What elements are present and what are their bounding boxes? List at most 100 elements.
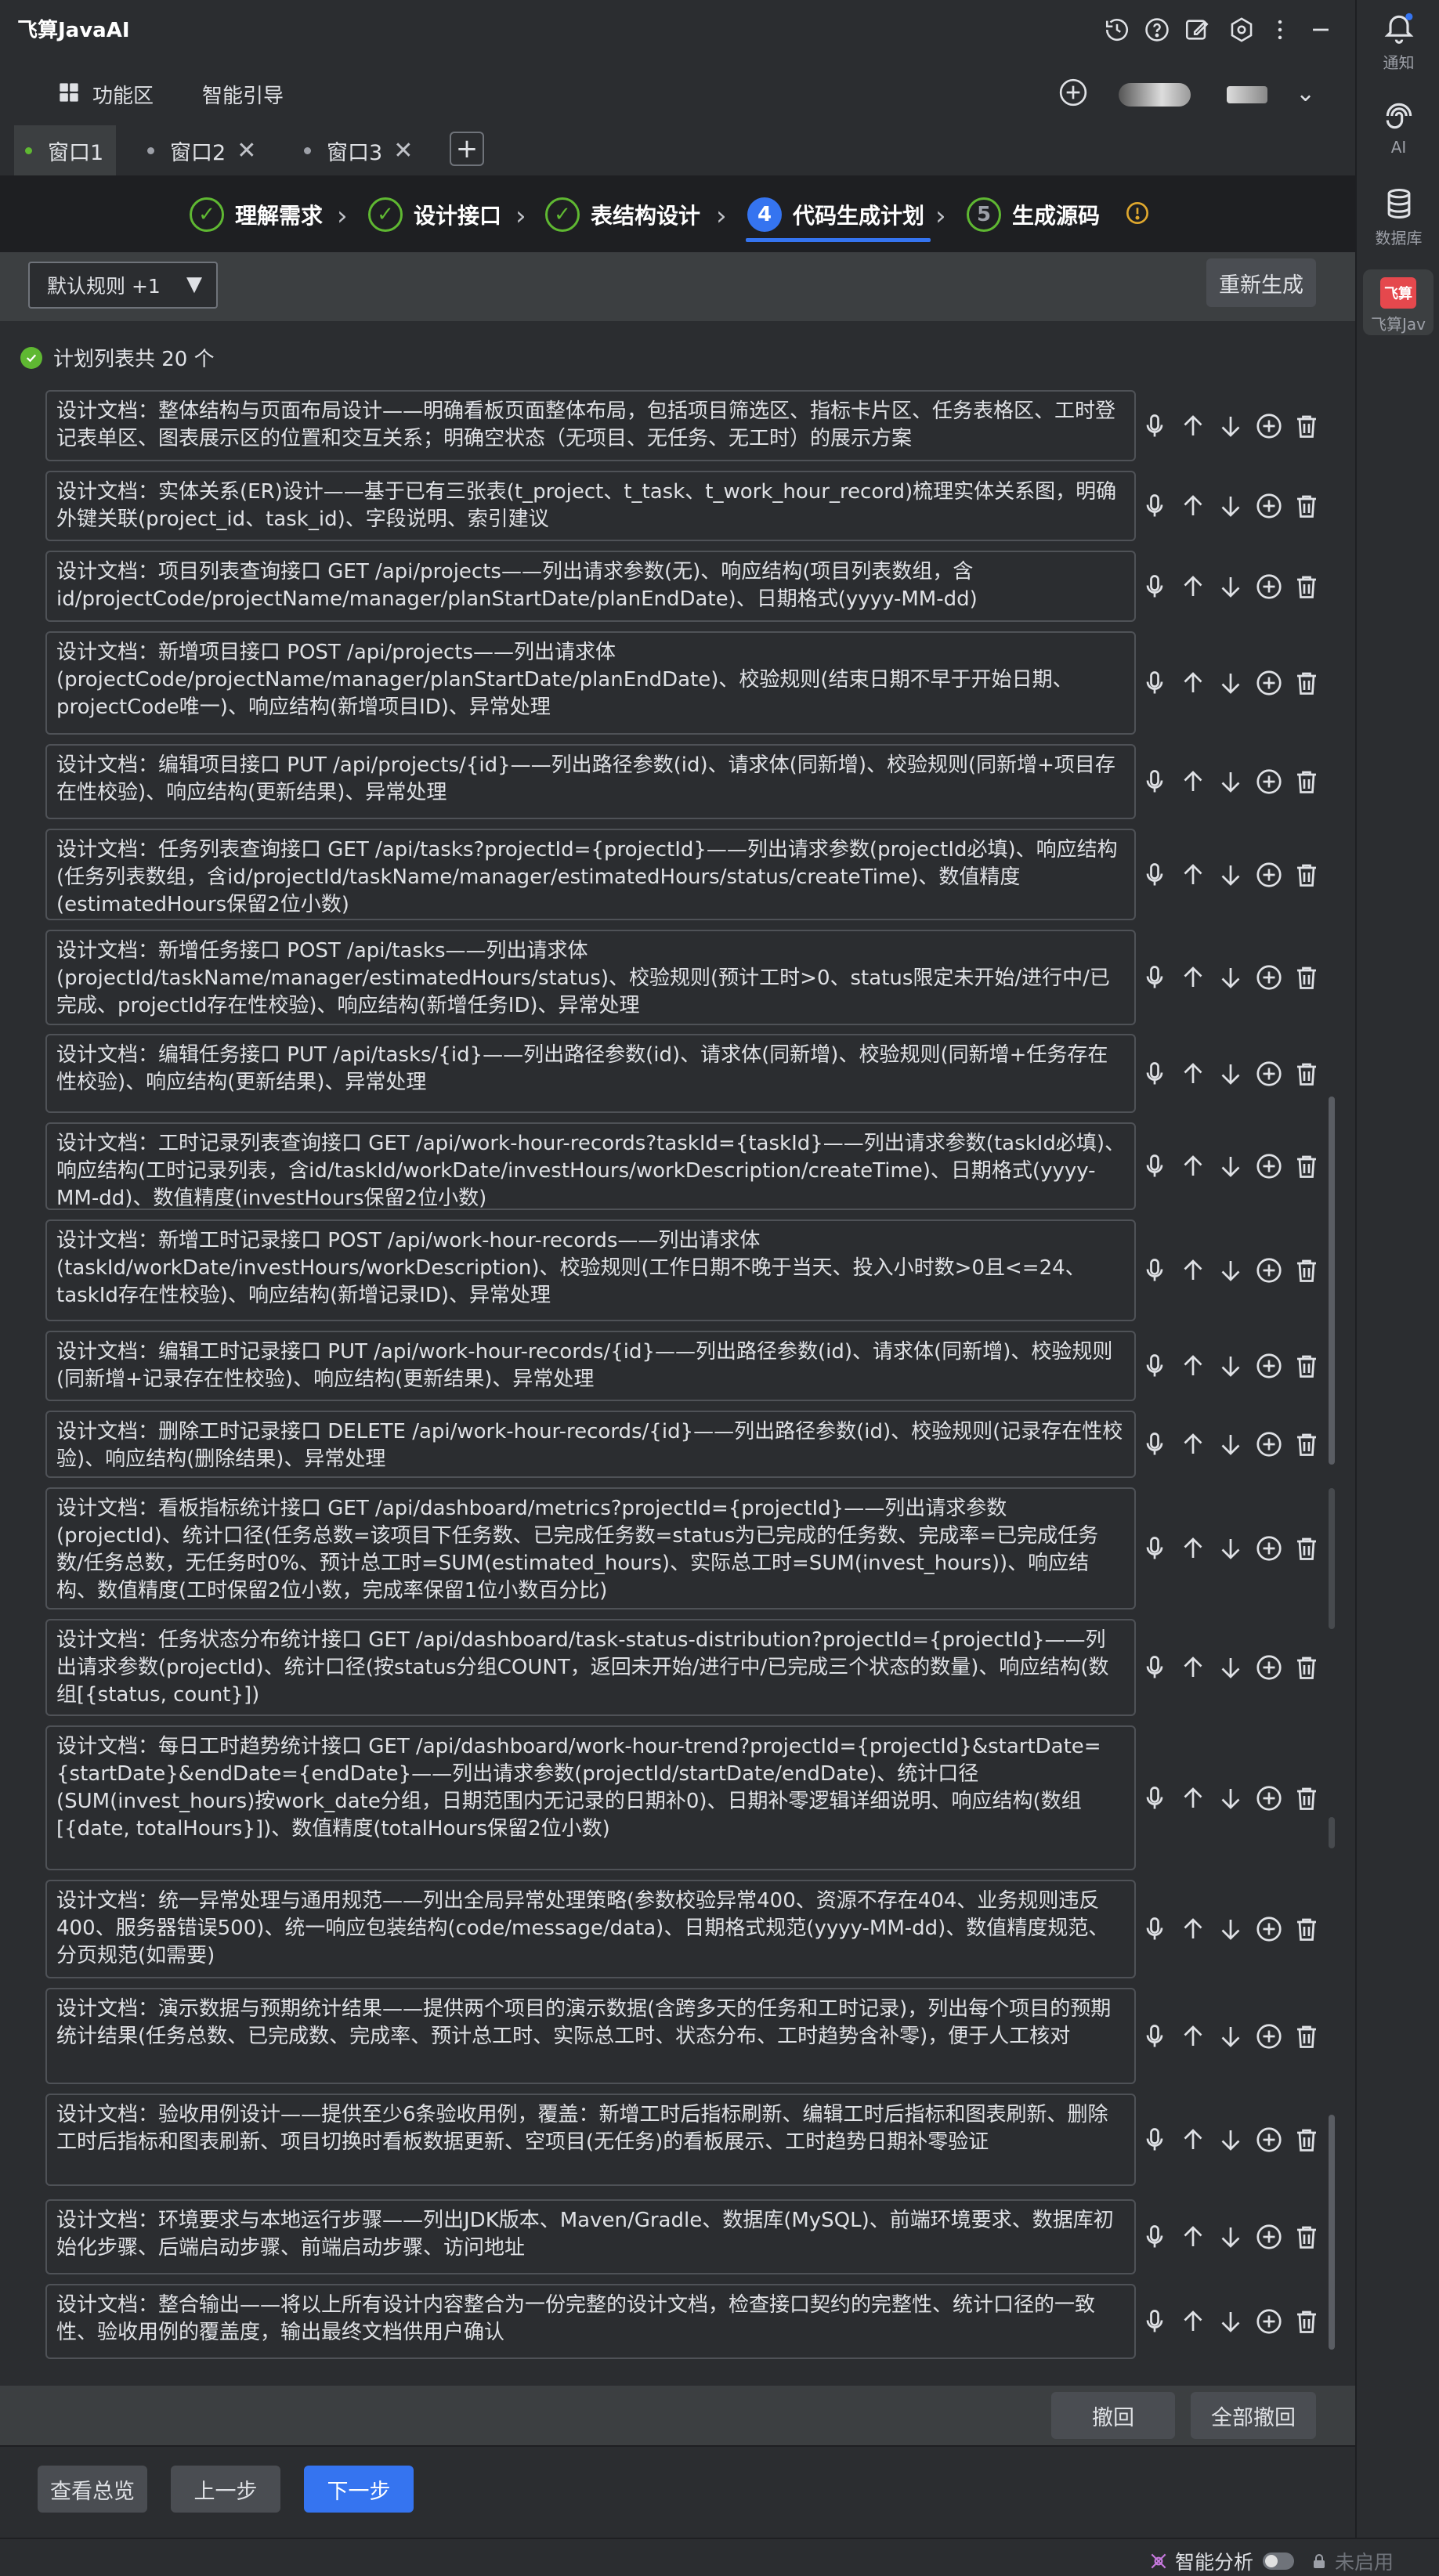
add-circle-icon[interactable] xyxy=(1255,412,1283,440)
sidebar-item-notifications[interactable]: 通知 xyxy=(1357,11,1439,73)
undo-button[interactable]: 撤回 xyxy=(1051,2392,1175,2439)
trash-icon[interactable] xyxy=(1293,1915,1321,1943)
arrow-down-icon[interactable] xyxy=(1217,1784,1245,1812)
add-circle-icon[interactable] xyxy=(1255,1430,1283,1458)
microphone-icon[interactable] xyxy=(1141,1352,1169,1380)
plan-item-text[interactable]: 设计文档：环境要求与本地运行步骤——列出JDK版本、Maven/Gradle、数… xyxy=(45,2199,1136,2274)
plan-item-text[interactable]: 设计文档：演示数据与预期统计结果——提供两个项目的演示数据(含跨多天的任务和工时… xyxy=(45,1988,1136,2084)
help-icon[interactable] xyxy=(1141,14,1173,45)
add-circle-icon[interactable] xyxy=(1255,963,1283,992)
close-icon[interactable]: ✕ xyxy=(237,137,256,164)
tab-window-1[interactable]: 窗口1 xyxy=(14,125,116,175)
step-generate-source[interactable]: 5 生成源码 xyxy=(967,191,1100,238)
add-circle-icon[interactable] xyxy=(1255,1352,1283,1380)
more-vertical-icon[interactable] xyxy=(1264,14,1296,45)
step-understand-requirements[interactable]: ✓ 理解需求 xyxy=(190,191,323,238)
plan-item-text[interactable]: 设计文档：每日工时趋势统计接口 GET /api/dashboard/work-… xyxy=(45,1725,1136,1870)
add-circle-icon[interactable] xyxy=(1255,1653,1283,1682)
step-table-design[interactable]: ✓ 表结构设计 xyxy=(545,191,700,238)
add-circle-icon[interactable] xyxy=(1255,492,1283,520)
view-overview-button[interactable]: 查看总览 xyxy=(38,2466,147,2513)
arrow-up-icon[interactable] xyxy=(1179,1915,1207,1943)
undo-all-button[interactable]: 全部撤回 xyxy=(1191,2392,1316,2439)
trash-icon[interactable] xyxy=(1293,2126,1321,2154)
plan-item-text[interactable]: 设计文档：删除工时记录接口 DELETE /api/work-hour-reco… xyxy=(45,1411,1136,1478)
arrow-up-icon[interactable] xyxy=(1179,768,1207,796)
arrow-down-icon[interactable] xyxy=(1217,2126,1245,2154)
arrow-down-icon[interactable] xyxy=(1217,1534,1245,1563)
arrow-down-icon[interactable] xyxy=(1217,2223,1245,2251)
plan-item-text[interactable]: 设计文档：整体结构与页面布局设计——明确看板页面整体布局，包括项目筛选区、指标卡… xyxy=(45,390,1136,461)
add-circle-icon[interactable] xyxy=(1255,861,1283,889)
trash-icon[interactable] xyxy=(1293,2223,1321,2251)
arrow-up-icon[interactable] xyxy=(1179,2223,1207,2251)
arrow-up-icon[interactable] xyxy=(1179,2022,1207,2050)
add-circle-icon[interactable] xyxy=(1255,1534,1283,1563)
plan-item-text[interactable]: 设计文档：整合输出——将以上所有设计内容整合为一份完整的设计文档，检查接口契约的… xyxy=(45,2284,1136,2359)
arrow-up-icon[interactable] xyxy=(1179,2126,1207,2154)
arrow-down-icon[interactable] xyxy=(1217,1430,1245,1458)
trash-icon[interactable] xyxy=(1293,1534,1321,1563)
toggle-switch[interactable] xyxy=(1263,2553,1295,2570)
plan-item-text[interactable]: 设计文档：新增项目接口 POST /api/projects——列出请求体(pr… xyxy=(45,631,1136,735)
add-circle-icon[interactable] xyxy=(1255,1915,1283,1943)
arrow-up-icon[interactable] xyxy=(1179,1653,1207,1682)
microphone-icon[interactable] xyxy=(1141,1915,1169,1943)
arrow-down-icon[interactable] xyxy=(1217,1653,1245,1682)
minimize-icon[interactable] xyxy=(1305,14,1336,45)
add-circle-icon[interactable] xyxy=(1255,2223,1283,2251)
plan-item-text[interactable]: 设计文档：项目列表查询接口 GET /api/projects——列出请求参数(… xyxy=(45,551,1136,622)
chevron-down-icon[interactable]: ⌄ xyxy=(1296,80,1315,107)
history-icon[interactable] xyxy=(1101,14,1133,45)
trash-icon[interactable] xyxy=(1293,1430,1321,1458)
plan-item-text[interactable]: 设计文档：统一异常处理与通用规范——列出全局异常处理策略(参数校验异常400、资… xyxy=(45,1880,1136,1978)
add-circle-icon[interactable] xyxy=(1255,1152,1283,1180)
plan-item-text[interactable]: 设计文档：编辑任务接口 PUT /api/tasks/{id}——列出路径参数(… xyxy=(45,1034,1136,1113)
microphone-icon[interactable] xyxy=(1141,1060,1169,1088)
arrow-up-icon[interactable] xyxy=(1179,412,1207,440)
add-circle-icon[interactable] xyxy=(1255,669,1283,697)
sidebar-item-feisuan[interactable]: 飞算 飞算Jav xyxy=(1363,269,1434,335)
arrow-up-icon[interactable] xyxy=(1179,2307,1207,2336)
trash-icon[interactable] xyxy=(1293,1152,1321,1180)
next-step-button[interactable]: 下一步 xyxy=(304,2466,414,2513)
trash-icon[interactable] xyxy=(1293,1784,1321,1812)
arrow-down-icon[interactable] xyxy=(1217,1915,1245,1943)
arrow-up-icon[interactable] xyxy=(1179,1784,1207,1812)
trash-icon[interactable] xyxy=(1293,1256,1321,1284)
rule-select[interactable]: 默认规则 +1 ▼ xyxy=(28,262,218,309)
microphone-icon[interactable] xyxy=(1141,861,1169,889)
plan-item-text[interactable]: 设计文档：任务状态分布统计接口 GET /api/dashboard/task-… xyxy=(45,1619,1136,1716)
add-tab-icon[interactable]: + xyxy=(450,132,484,166)
microphone-icon[interactable] xyxy=(1141,1653,1169,1682)
sidebar-item-ai[interactable]: AI xyxy=(1357,99,1439,157)
arrow-up-icon[interactable] xyxy=(1179,492,1207,520)
add-circle-icon[interactable] xyxy=(1255,2307,1283,2336)
tab-window-3[interactable]: 窗口3 ✕ xyxy=(304,125,413,175)
arrow-up-icon[interactable] xyxy=(1179,1060,1207,1088)
arrow-down-icon[interactable] xyxy=(1217,412,1245,440)
microphone-icon[interactable] xyxy=(1141,1784,1169,1812)
arrow-up-icon[interactable] xyxy=(1179,669,1207,697)
add-circle-icon[interactable] xyxy=(1058,77,1089,111)
plan-item-text[interactable]: 设计文档：看板指标统计接口 GET /api/dashboard/metrics… xyxy=(45,1487,1136,1610)
sidebar-item-database[interactable]: 数据库 xyxy=(1357,186,1439,248)
arrow-up-icon[interactable] xyxy=(1179,861,1207,889)
arrow-up-icon[interactable] xyxy=(1179,1256,1207,1284)
plan-item-text[interactable]: 设计文档：编辑工时记录接口 PUT /api/work-hour-records… xyxy=(45,1331,1136,1401)
menu-function-area[interactable]: 功能区 xyxy=(92,80,154,109)
trash-icon[interactable] xyxy=(1293,861,1321,889)
microphone-icon[interactable] xyxy=(1141,963,1169,992)
add-circle-icon[interactable] xyxy=(1255,2022,1283,2050)
microphone-icon[interactable] xyxy=(1141,573,1169,601)
settings-icon[interactable] xyxy=(1226,14,1257,45)
trash-icon[interactable] xyxy=(1293,768,1321,796)
arrow-down-icon[interactable] xyxy=(1217,669,1245,697)
arrow-down-icon[interactable] xyxy=(1217,861,1245,889)
add-circle-icon[interactable] xyxy=(1255,1784,1283,1812)
arrow-down-icon[interactable] xyxy=(1217,492,1245,520)
arrow-up-icon[interactable] xyxy=(1179,1534,1207,1563)
arrow-down-icon[interactable] xyxy=(1217,1060,1245,1088)
microphone-icon[interactable] xyxy=(1141,2223,1169,2251)
arrow-up-icon[interactable] xyxy=(1179,1152,1207,1180)
